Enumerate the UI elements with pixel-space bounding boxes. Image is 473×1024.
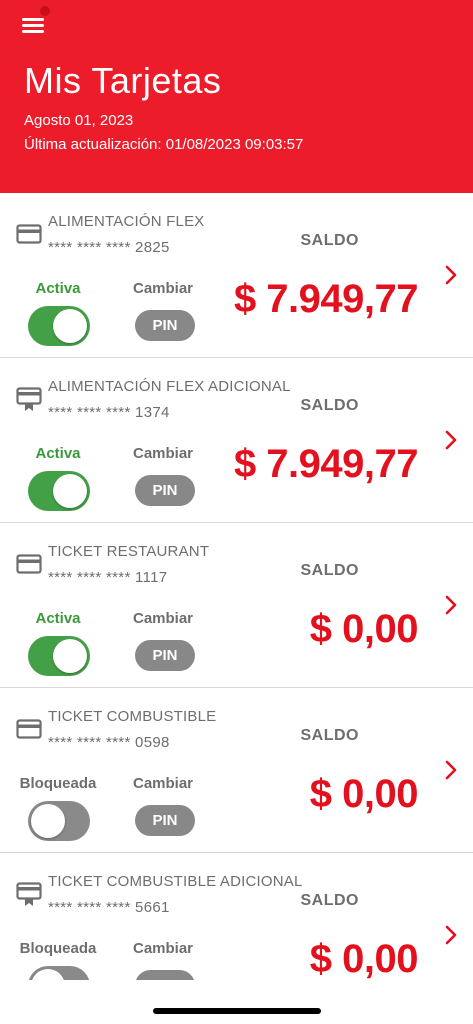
card-name: TICKET COMBUSTIBLE — [48, 708, 217, 725]
saldo-label: SALDO — [300, 397, 359, 414]
pin-button[interactable]: PIN — [135, 805, 195, 836]
card-number: **** **** **** 0598 — [48, 734, 170, 751]
change-pin-label: Cambiar — [133, 445, 194, 462]
card-name: ALIMENTACIÓN FLEX ADICIONAL — [48, 378, 291, 395]
toggle-knob — [53, 639, 87, 673]
card-status-toggle[interactable] — [28, 471, 90, 511]
balance-amount: $ 0,00 — [309, 607, 419, 651]
card-row[interactable]: TICKET COMBUSTIBLE **** **** **** 0598 SAL… — [0, 688, 473, 853]
saldo-label: SALDO — [300, 232, 359, 249]
card-status-toggle[interactable] — [28, 801, 90, 841]
current-date: Agosto 01, 2023 — [24, 112, 134, 129]
pin-button[interactable]: PIN — [135, 970, 195, 980]
toggle-knob — [53, 309, 87, 343]
credit-card-icon — [16, 221, 42, 247]
card-row[interactable]: TICKET COMBUSTIBLE ADICIONAL **** **** **… — [0, 853, 473, 980]
card-row[interactable]: TICKET RESTAURANT **** **** **** 1117 SALD… — [0, 523, 473, 688]
hamburger-menu-icon[interactable] — [22, 14, 46, 36]
saldo-label: SALDO — [300, 562, 359, 579]
chevron-right-icon[interactable] — [443, 430, 459, 450]
card-status-toggle[interactable] — [28, 306, 90, 346]
page-title: Mis Tarjetas — [24, 60, 222, 101]
change-pin-label: Cambiar — [133, 280, 194, 297]
header: Mis Tarjetas Agosto 01, 2023 Última actu… — [0, 0, 473, 193]
change-pin-label: Cambiar — [133, 940, 194, 957]
card-status-label: Activa — [35, 280, 81, 297]
last-updated: Última actualización: 01/08/2023 09:03:5… — [24, 136, 304, 153]
card-number: **** **** **** 1374 — [48, 404, 170, 421]
card-status-toggle[interactable] — [28, 966, 90, 980]
card-status-label: Bloqueada — [19, 775, 97, 792]
chevron-right-icon[interactable] — [443, 925, 459, 945]
card-name: TICKET COMBUSTIBLE ADICIONAL — [48, 873, 303, 890]
pin-button[interactable]: PIN — [135, 640, 195, 671]
card-name: TICKET RESTAURANT — [48, 543, 210, 560]
card-status-label: Activa — [35, 445, 81, 462]
toggle-knob — [53, 474, 87, 508]
change-pin-label: Cambiar — [133, 775, 194, 792]
saldo-label: SALDO — [300, 892, 359, 909]
additional-card-icon — [16, 386, 42, 412]
chevron-right-icon[interactable] — [443, 760, 459, 780]
chevron-right-icon[interactable] — [443, 265, 459, 285]
balance-amount: $ 7.949,77 — [233, 442, 419, 486]
credit-card-icon — [16, 551, 42, 577]
credit-card-icon — [16, 716, 42, 742]
card-list: ALIMENTACIÓN FLEX **** **** **** 2825 SALD… — [0, 193, 473, 980]
home-indicator — [153, 1008, 321, 1014]
card-number: **** **** **** 5661 — [48, 899, 170, 916]
balance-amount: $ 0,00 — [309, 937, 419, 980]
additional-card-icon — [16, 881, 42, 907]
change-pin-label: Cambiar — [133, 610, 194, 627]
card-row[interactable]: ALIMENTACIÓN FLEX ADICIONAL **** **** ***… — [0, 358, 473, 523]
card-status-label: Activa — [35, 610, 81, 627]
card-name: ALIMENTACIÓN FLEX — [48, 213, 205, 230]
pin-button[interactable]: PIN — [135, 310, 195, 341]
balance-amount: $ 0,00 — [309, 772, 419, 816]
card-number: **** **** **** 1117 — [48, 569, 168, 586]
card-status-toggle[interactable] — [28, 636, 90, 676]
saldo-label: SALDO — [300, 727, 359, 744]
card-number: **** **** **** 2825 — [48, 239, 170, 256]
toggle-knob — [31, 969, 65, 980]
notification-dot — [40, 6, 50, 16]
balance-amount: $ 7.949,77 — [233, 277, 419, 321]
pin-button[interactable]: PIN — [135, 475, 195, 506]
card-row[interactable]: ALIMENTACIÓN FLEX **** **** **** 2825 SALD… — [0, 193, 473, 358]
card-status-label: Bloqueada — [19, 940, 97, 957]
toggle-knob — [31, 804, 65, 838]
chevron-right-icon[interactable] — [443, 595, 459, 615]
